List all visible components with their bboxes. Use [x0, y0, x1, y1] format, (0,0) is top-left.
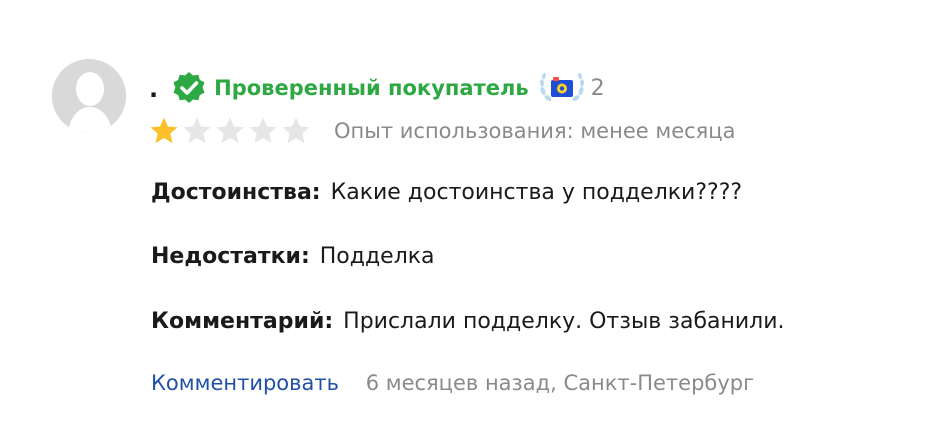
comment-label: Комментарий:: [151, 309, 334, 334]
cons-label: Недостатки:: [151, 244, 310, 269]
verified-buyer-label: Проверенный покупатель: [214, 76, 529, 100]
rating-row: Опыт использования: менее месяца: [149, 113, 735, 149]
star-icon: [150, 117, 178, 143]
pros-label: Достоинства:: [151, 180, 321, 205]
avatar[interactable]: [52, 59, 126, 133]
star-icon: [183, 117, 211, 143]
pros-text: Какие достоинства у подделки????: [330, 180, 743, 205]
star-icon: [249, 117, 277, 143]
cons-section: Недостатки: Подделка: [151, 244, 435, 269]
reply-link[interactable]: Комментировать: [151, 371, 339, 395]
camera-laurel-icon[interactable]: [537, 71, 587, 105]
star-rating: [149, 116, 314, 146]
check-badge-icon: [172, 71, 206, 105]
review-footer: Комментировать 6 месяцев назад, Санкт-Пе…: [151, 371, 754, 395]
comment-text: Прислали подделку. Отзыв забанили.: [343, 309, 785, 334]
usage-duration: Опыт использования: менее месяца: [334, 119, 736, 143]
star-icon: [282, 117, 310, 143]
review-card: . Проверенный покупатель 2 Опыт использо…: [0, 0, 943, 439]
comment-section: Комментарий: Прислали подделку. Отзыв заб…: [151, 309, 785, 334]
star-icon: [216, 117, 244, 143]
user-silhouette-icon: [52, 59, 126, 133]
award-count: 2: [590, 75, 605, 101]
pros-section: Достоинства: Какие достоинства у подделки…: [151, 180, 742, 205]
review-meta: 6 месяцев назад, Санкт-Петербург: [365, 371, 755, 395]
author-name[interactable]: .: [149, 75, 158, 103]
review-header: . Проверенный покупатель 2: [149, 68, 605, 108]
cons-text: Подделка: [319, 244, 435, 269]
